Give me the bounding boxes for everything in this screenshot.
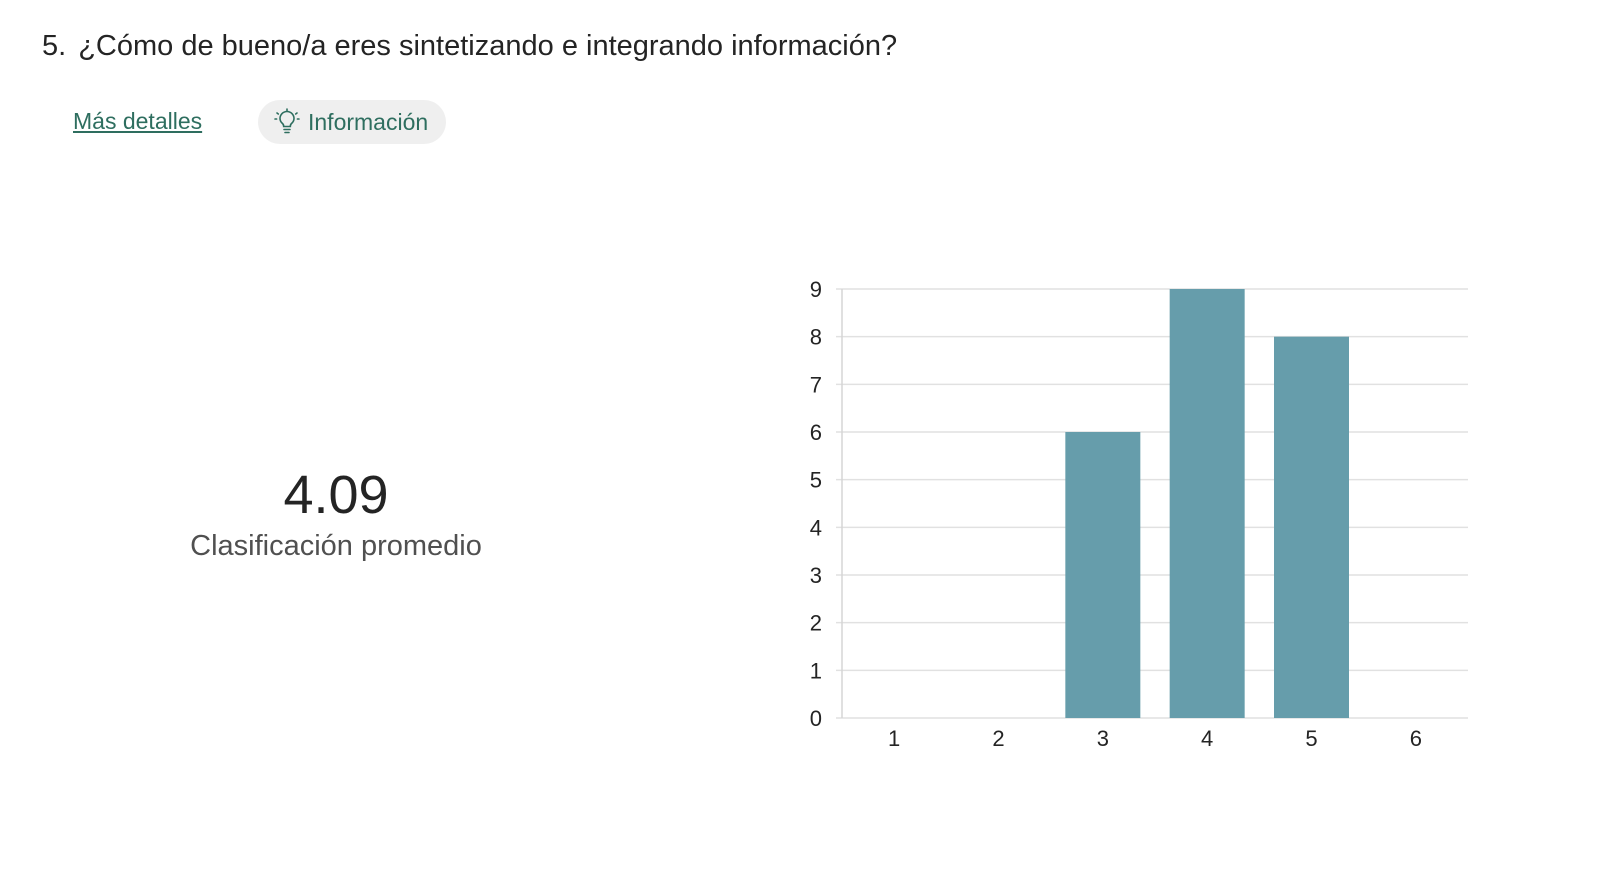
bar-rating-5: [1274, 336, 1349, 718]
y-tick-label: 0: [810, 706, 822, 731]
y-tick-label: 2: [810, 611, 822, 636]
average-rating: 4.09 Clasificación promedio: [150, 462, 522, 563]
insights-button[interactable]: Información: [258, 100, 447, 144]
x-tick-label: 2: [992, 726, 1004, 751]
bar-rating-4: [1169, 289, 1245, 718]
lightbulb-icon: [274, 108, 300, 136]
bar-rating-3: [1065, 432, 1141, 718]
y-tick-label: 6: [810, 420, 822, 445]
x-tick-label: 4: [1201, 726, 1213, 751]
average-label: Clasificación promedio: [190, 530, 482, 562]
question-results-page: 5. ¿Cómo de bueno/a eres sintetizando e i…: [0, 0, 1600, 894]
rating-bar-chart: 0 1 2 3 4 5 6 7 8 9 1 2 3 4 5 6: [810, 277, 1468, 751]
y-tick-label: 7: [810, 372, 822, 397]
x-tick-label: 6: [1410, 726, 1422, 751]
insights-label: Información: [308, 108, 429, 135]
question-number: 5.: [42, 30, 67, 62]
question-text: ¿Cómo de bueno/a eres sintetizando e int…: [78, 30, 898, 62]
y-tick-label: 4: [810, 515, 822, 540]
x-tick-label: 3: [1097, 726, 1109, 751]
x-tick-label: 5: [1305, 726, 1317, 751]
question-title: 5. ¿Cómo de bueno/a eres sintetizando e i…: [42, 30, 897, 63]
y-tick-label: 1: [810, 658, 822, 683]
y-tick-label: 5: [810, 468, 822, 493]
x-tick-label: 1: [888, 726, 900, 751]
y-tick-label: 9: [810, 277, 822, 302]
more-details-link[interactable]: Más detalles: [73, 108, 202, 135]
y-tick-label: 8: [810, 325, 822, 350]
average-value: 4.09: [283, 465, 389, 525]
y-tick-label: 3: [810, 563, 822, 588]
